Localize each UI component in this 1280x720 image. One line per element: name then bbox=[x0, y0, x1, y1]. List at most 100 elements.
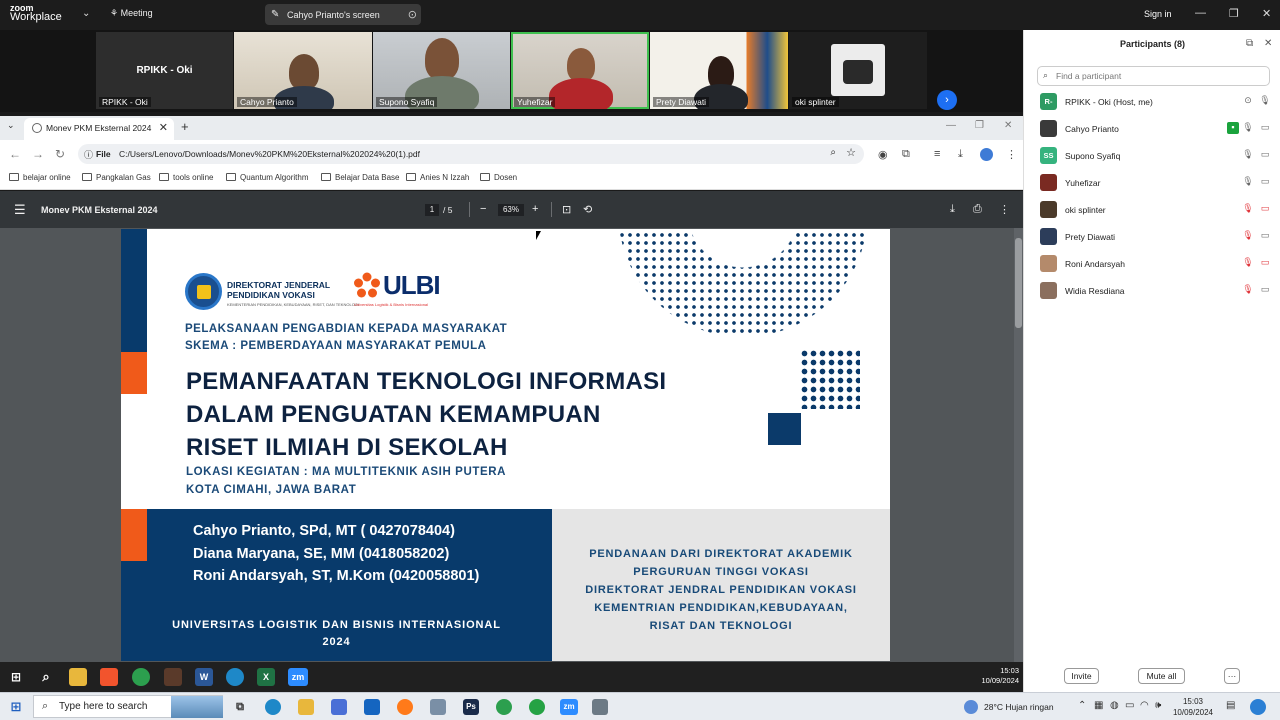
zoom-in-icon[interactable]: + bbox=[532, 203, 538, 215]
zoom-app-icon[interactable]: zm bbox=[288, 668, 308, 686]
participant-row[interactable]: oki splinter 🎙 ▭ bbox=[1024, 197, 1280, 224]
invite-button[interactable]: Invite bbox=[1064, 668, 1099, 684]
bookmark-folder[interactable]: Belajar Data Base bbox=[321, 173, 399, 182]
browser-tab[interactable]: Monev PKM Eksternal 2024 ✕ bbox=[24, 118, 174, 140]
notification-icon[interactable]: ▤ bbox=[1226, 700, 1235, 711]
bookmark-folder[interactable]: Pangkalan Gas bbox=[82, 173, 151, 182]
menu-kebab-icon[interactable]: ⋮ bbox=[1006, 148, 1017, 161]
participant-row[interactable]: Widia Resdiana 🎙 ▭ bbox=[1024, 278, 1280, 305]
download-icon[interactable]: ⤓ bbox=[958, 148, 963, 161]
microphone-muted-icon[interactable]: 🎙 bbox=[1242, 257, 1254, 269]
profile-avatar[interactable] bbox=[980, 148, 993, 161]
app-tray-icon[interactable]: ◍ bbox=[1110, 700, 1119, 711]
microphone-muted-icon[interactable]: 🎙 bbox=[1242, 284, 1254, 296]
chrome-icon[interactable] bbox=[132, 668, 150, 686]
bookmark-star-icon[interactable]: ☆ bbox=[846, 146, 856, 159]
participant-row[interactable]: Roni Andarsyah 🎙 ▭ bbox=[1024, 251, 1280, 278]
participant-row[interactable]: Yuhefizar 🎙 ▭ bbox=[1024, 170, 1280, 197]
bookmark-folder[interactable]: belajar online bbox=[9, 173, 71, 182]
microphone-icon[interactable]: 🎙 bbox=[1259, 95, 1271, 107]
shared-screen-clock[interactable]: 15:03 10/09/2024 bbox=[981, 666, 1019, 686]
app-icon[interactable] bbox=[592, 699, 608, 715]
participant-search-input[interactable]: ⌕ Find a participant bbox=[1037, 66, 1270, 86]
print-icon[interactable]: ⎙ bbox=[973, 203, 982, 216]
word-icon[interactable]: W bbox=[195, 668, 213, 686]
video-camera-icon[interactable]: ▭ bbox=[1259, 176, 1271, 188]
windows-start-icon[interactable]: ⊞ bbox=[8, 699, 24, 715]
forward-icon[interactable]: → bbox=[32, 147, 44, 161]
video-off-icon[interactable]: ▭ bbox=[1259, 203, 1271, 215]
extension-icon[interactable]: ◉ bbox=[878, 148, 888, 161]
address-bar[interactable]: ⓘ File C:/Users/Lenovo/Downloads/Monev%2… bbox=[78, 144, 864, 164]
tab-search-icon[interactable]: ⌄ bbox=[7, 120, 15, 131]
close-tab-icon[interactable]: ✕ bbox=[159, 121, 168, 134]
firefox-icon[interactable] bbox=[397, 699, 413, 715]
app-icon[interactable] bbox=[164, 668, 182, 686]
scrollbar-thumb[interactable] bbox=[1015, 238, 1022, 328]
zoom-logo[interactable]: zoom Workplace bbox=[10, 4, 62, 23]
bookmark-folder[interactable]: Anies N Izzah bbox=[406, 173, 469, 182]
zoom-icon[interactable]: ⌕ bbox=[830, 147, 836, 158]
maximize-icon[interactable]: ❐ bbox=[1229, 7, 1239, 20]
bookmark-folder[interactable]: Quantum Algorithm bbox=[226, 173, 308, 182]
new-tab-icon[interactable]: + bbox=[181, 119, 189, 134]
wifi-icon[interactable]: ◠ bbox=[1140, 700, 1149, 711]
weather-icon[interactable] bbox=[964, 700, 978, 714]
microphone-muted-icon[interactable]: 🎙 bbox=[1242, 203, 1254, 215]
meeting-menu[interactable]: ⚘ Meeting bbox=[110, 8, 153, 19]
more-options-icon[interactable]: ⋮ bbox=[999, 203, 1010, 216]
search-highlight-image[interactable] bbox=[171, 696, 223, 718]
excel-icon[interactable]: X bbox=[257, 668, 275, 686]
video-tile-rpikk[interactable]: RPIKK - Oki RPIKK - Oki bbox=[96, 32, 233, 109]
photoshop-icon[interactable]: Ps bbox=[463, 699, 479, 715]
chevron-down-icon[interactable]: ⌄ bbox=[82, 8, 90, 19]
zoom-out-icon[interactable]: − bbox=[480, 203, 486, 215]
next-page-icon[interactable]: › bbox=[937, 90, 957, 110]
weather-text[interactable]: 28°C Hujan ringan bbox=[984, 702, 1054, 712]
more-options-icon[interactable]: ⊙ bbox=[408, 8, 417, 21]
file-explorer-icon[interactable] bbox=[298, 699, 314, 715]
close-icon[interactable]: ✕ bbox=[1264, 38, 1272, 49]
video-tile-prety[interactable]: Prety Diawati bbox=[650, 32, 788, 109]
video-camera-icon[interactable]: ▭ bbox=[1259, 230, 1271, 242]
screen-share-indicator[interactable]: ✎ Cahyo Prianto's screen ⊙ bbox=[265, 4, 421, 25]
pop-out-icon[interactable]: ⧉ bbox=[1246, 38, 1253, 49]
minimize-icon[interactable]: — bbox=[946, 120, 956, 131]
app-icon[interactable] bbox=[430, 699, 446, 715]
zoom-level-input[interactable]: 63% bbox=[498, 204, 524, 216]
video-off-icon[interactable]: ▭ bbox=[1259, 257, 1271, 269]
mute-all-button[interactable]: Mute all bbox=[1138, 668, 1185, 684]
participant-row[interactable]: SS Supono Syafiq 🎙 ▭ bbox=[1024, 143, 1280, 170]
video-tile-cahyo[interactable]: Cahyo Prianto bbox=[234, 32, 372, 109]
edge-icon[interactable] bbox=[265, 699, 281, 715]
store-icon[interactable] bbox=[331, 699, 347, 715]
page-number-input[interactable]: 1 bbox=[425, 204, 439, 216]
video-tile-oki[interactable]: oki splinter bbox=[789, 32, 927, 109]
zoom-app-icon[interactable]: zm bbox=[560, 699, 578, 715]
restore-icon[interactable]: ❐ bbox=[975, 120, 984, 131]
puzzle-icon[interactable]: ⧉ bbox=[902, 148, 910, 161]
copilot-icon[interactable] bbox=[1250, 699, 1266, 715]
back-icon[interactable]: ← bbox=[9, 147, 21, 161]
microphone-icon[interactable]: 🎙 bbox=[1242, 122, 1254, 134]
menu-hamburger-icon[interactable]: ☰ bbox=[14, 202, 26, 218]
close-icon[interactable]: ✕ bbox=[1262, 7, 1271, 20]
edge-icon[interactable] bbox=[226, 668, 244, 686]
taskbar-clock[interactable]: 15:03 10/09/2024 bbox=[1170, 696, 1216, 718]
video-camera-icon[interactable]: ▭ bbox=[1259, 122, 1271, 134]
microphone-icon[interactable]: 🎙 bbox=[1242, 149, 1254, 161]
network-icon[interactable]: ▦ bbox=[1094, 700, 1103, 711]
windows-start-icon[interactable]: ⊞ bbox=[7, 668, 25, 686]
volume-icon[interactable]: 🕪 bbox=[1155, 700, 1161, 711]
vertical-scrollbar[interactable] bbox=[1014, 228, 1023, 662]
sign-in-button[interactable]: Sign in bbox=[1144, 9, 1172, 19]
chevron-up-icon[interactable]: ⌃ bbox=[1078, 700, 1086, 711]
microphone-icon[interactable]: 🎙 bbox=[1242, 176, 1254, 188]
file-explorer-icon[interactable] bbox=[69, 668, 87, 686]
participant-row[interactable]: Prety Diawati 🎙 ▭ bbox=[1024, 224, 1280, 251]
participant-row[interactable]: R- RPIKK - Oki (Host, me) ⊙ 🎙 bbox=[1024, 89, 1280, 116]
mail-icon[interactable] bbox=[364, 699, 380, 715]
participant-row[interactable]: Cahyo Prianto ▪ 🎙 ▭ bbox=[1024, 116, 1280, 143]
media-icon[interactable]: ≡ bbox=[934, 148, 940, 160]
video-camera-icon[interactable]: ▭ bbox=[1259, 284, 1271, 296]
